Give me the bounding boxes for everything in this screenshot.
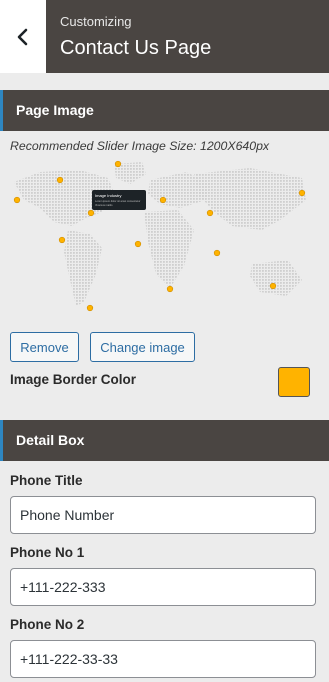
image-size-hint: Recommended Slider Image Size: 1200X640p… bbox=[10, 139, 270, 153]
remove-image-button[interactable]: Remove bbox=[10, 332, 79, 362]
phone-no-1-input[interactable] bbox=[10, 568, 316, 606]
world-map bbox=[14, 162, 306, 306]
header-subtitle: Customizing bbox=[60, 14, 132, 29]
map-tooltip-line1: Lorem ipsum dolor sit amet consectetur bbox=[95, 199, 141, 203]
section-title: Page Image bbox=[16, 102, 94, 118]
map-tooltip: Image Industry Lorem ipsum dolor sit ame… bbox=[92, 190, 146, 210]
change-image-button[interactable]: Change image bbox=[90, 332, 195, 362]
phone-no-1-label: Phone No 1 bbox=[10, 545, 85, 560]
phone-title-input[interactable] bbox=[10, 496, 316, 534]
chevron-left-icon bbox=[17, 28, 28, 45]
border-color-label: Image Border Color bbox=[10, 372, 137, 387]
section-page-image[interactable]: Page Image bbox=[0, 90, 329, 131]
image-preview: Image Industry Lorem ipsum dolor sit ame… bbox=[10, 156, 310, 320]
section-detail-box[interactable]: Detail Box bbox=[0, 420, 329, 461]
page-title: Contact Us Page bbox=[60, 37, 212, 59]
back-button[interactable] bbox=[0, 0, 46, 73]
phone-no-2-label: Phone No 2 bbox=[10, 617, 85, 632]
phone-no-2-input[interactable] bbox=[10, 640, 316, 678]
phone-title-label: Phone Title bbox=[10, 473, 83, 488]
section-title: Detail Box bbox=[16, 432, 85, 448]
map-tooltip-title: Image Industry bbox=[95, 193, 121, 198]
map-tooltip-line2: Vivamus mattis bbox=[95, 203, 113, 207]
border-color-swatch[interactable] bbox=[278, 367, 310, 397]
customizer-header: Customizing Contact Us Page bbox=[0, 0, 329, 73]
